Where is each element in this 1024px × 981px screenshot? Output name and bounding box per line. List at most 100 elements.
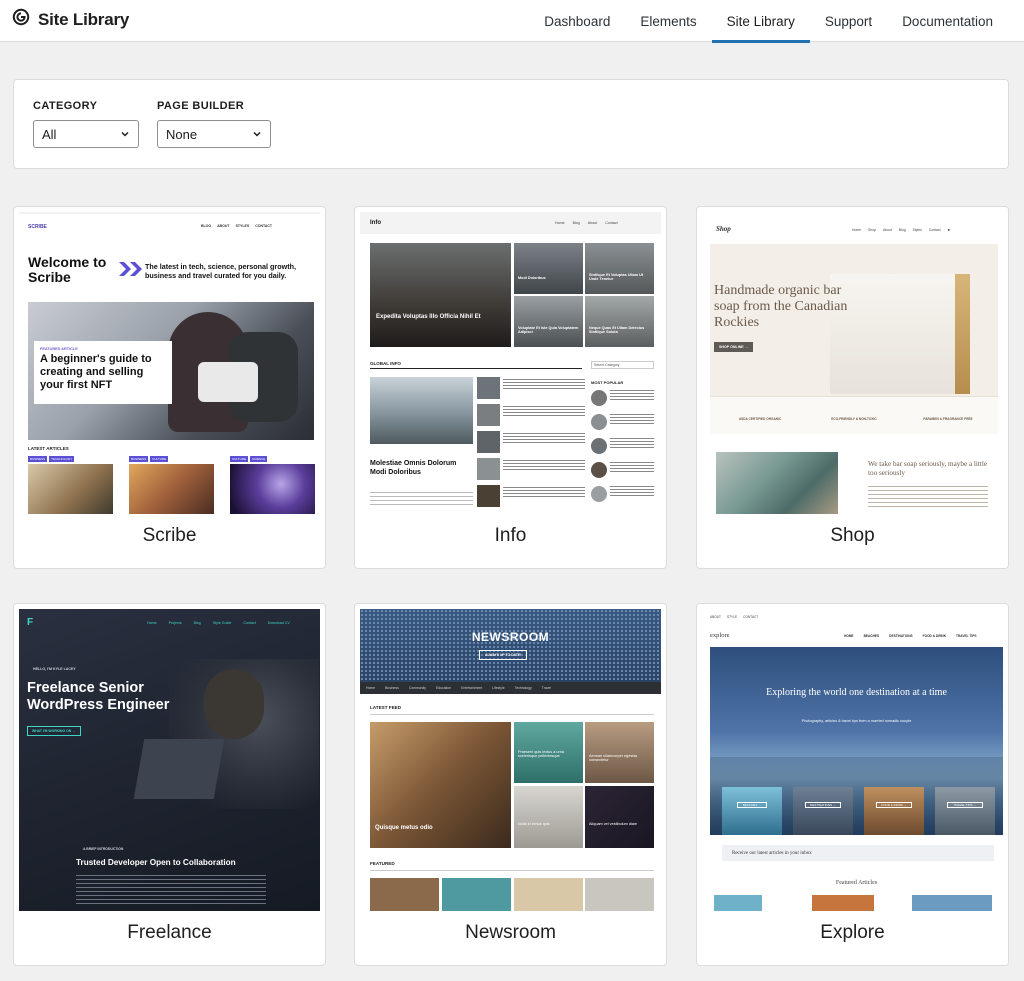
- brand: Site Library: [12, 8, 129, 31]
- scribe-article-image-2: [129, 464, 214, 514]
- site-card-scribe[interactable]: SCRIBE BLOG ABOUT STYLES CONTACT Welcome…: [13, 206, 326, 569]
- info-tile-title: Modi Doloribus: [518, 276, 546, 280]
- page-builder-label: PAGE BUILDER: [157, 100, 245, 112]
- site-preview-explore: ABOUT STYLE CONTACT explore HOME BEACHES…: [702, 609, 1003, 911]
- double-chevron-icon: [119, 262, 142, 276]
- chevron-down-icon: [252, 127, 262, 142]
- newsroom-menu-item: Travel: [541, 686, 552, 690]
- newsroom-tile-title: Nulla id lectus quis: [518, 822, 550, 826]
- shop-menu-item: Home: [852, 228, 862, 232]
- info-tile-1: Modi Doloribus: [514, 243, 583, 294]
- scribe-menu-item: BLOG: [201, 224, 212, 228]
- scribe-tagline: The latest in tech, science, personal gr…: [145, 262, 296, 280]
- freelance-intro-tag: A BRIEF INTRODUCTION: [83, 847, 124, 851]
- newsroom-featured-image: [442, 878, 511, 911]
- info-menu-item: About: [587, 221, 598, 225]
- nav-support[interactable]: Support: [810, 0, 887, 42]
- explore-headline: Exploring the world one destination at a…: [766, 687, 947, 698]
- site-name-freelance: Freelance: [127, 922, 212, 943]
- site-card-freelance[interactable]: F Home Projects Blog Style Guide Contact…: [13, 603, 326, 966]
- info-tile-title: Sintlique Et Voluptas Ullam Ut Unde Tene…: [589, 273, 644, 281]
- newsroom-tile-title: Praesent quis lectus a urna scelerisque …: [518, 750, 565, 758]
- site-preview-info: Info Home Blog About Contact Expedita Vo…: [360, 212, 661, 514]
- page-builder-select[interactable]: None: [157, 120, 271, 148]
- divider: [370, 714, 654, 715]
- site-name-explore: Explore: [820, 922, 885, 943]
- site-card-newsroom[interactable]: NEWSROOM ALWAYS UP TO DATE! Home Busines…: [354, 603, 667, 966]
- info-tile-title: Voluptate Et Iste Quia Voluptatem Adipis…: [518, 326, 579, 334]
- tag: BUSINESS: [28, 456, 48, 462]
- scribe-tags-1: BUSINESS TECHNOLOGY: [28, 456, 75, 462]
- newsroom-menu: Home Business Community Education Entert…: [360, 682, 661, 694]
- explore-menu-item: TRAVEL TIPS: [956, 634, 977, 638]
- scribe-article-image-1: [28, 464, 113, 514]
- site-card-shop[interactable]: Shop Home Shop About Blog Styles Contact…: [696, 206, 1009, 569]
- explore-menu-item: HOME: [844, 634, 854, 638]
- explore-top-link: STYLE: [726, 615, 738, 619]
- site-card-info[interactable]: Info Home Blog About Contact Expedita Vo…: [354, 206, 667, 569]
- newsroom-tile-3: Nulla id lectus quis: [514, 786, 583, 848]
- info-most-popular: MOST POPULAR: [591, 380, 624, 385]
- freelance-hello: HELLO, I'M KYLE LACEY: [33, 667, 76, 671]
- freelance-menu-item: Style Guide: [212, 621, 232, 625]
- site-card-explore[interactable]: ABOUT STYLE CONTACT explore HOME BEACHES…: [696, 603, 1009, 966]
- category-filter: CATEGORY All: [33, 100, 139, 148]
- category-value: All: [42, 126, 57, 142]
- freelance-body-text: [76, 875, 266, 905]
- nav-documentation[interactable]: Documentation: [887, 0, 1008, 42]
- info-hero-title: Expedita Voluptas Illo Officia Nihil Et: [376, 314, 481, 320]
- freelance-logo-icon: F: [27, 617, 34, 628]
- newsroom-main-image: Quisque metus odio: [370, 722, 511, 848]
- site-name-scribe: Scribe: [142, 525, 197, 546]
- newsroom-tile-2: Aenean ullamcorper egestas consectetur: [585, 722, 654, 783]
- nav-dashboard[interactable]: Dashboard: [529, 0, 625, 42]
- info-menu-item: Home: [555, 221, 565, 225]
- scribe-logo: SCRIBE: [28, 224, 47, 230]
- explore-featured-label: Featured Articles: [835, 880, 878, 886]
- explore-top-links: ABOUT STYLE CONTACT: [710, 615, 758, 619]
- nav-elements[interactable]: Elements: [625, 0, 711, 42]
- explore-menu: HOME BEACHES DESTINATIONS FOOD & DRINK T…: [844, 634, 976, 638]
- freelance-menu: Home Projects Blog Style Guide Contact D…: [147, 621, 290, 625]
- page-builder-filter: PAGE BUILDER None: [157, 100, 271, 148]
- freelance-intro-title: Trusted Developer Open to Collaboration: [76, 858, 236, 867]
- category-label: CATEGORY: [33, 100, 98, 112]
- chevron-down-icon: [120, 127, 130, 142]
- top-bar: Site Library Dashboard Elements Site Lib…: [0, 0, 1024, 43]
- explore-top-link: ABOUT: [710, 615, 721, 619]
- site-name-newsroom: Newsroom: [465, 922, 556, 943]
- info-article-image: [370, 377, 473, 444]
- scribe-menu-item: STYLES: [235, 224, 250, 228]
- explore-top-link: CONTACT: [743, 615, 759, 619]
- site-name-info: Info: [494, 525, 527, 546]
- shop-menu-item: About: [882, 228, 892, 232]
- tag: CULTURE: [230, 456, 248, 462]
- shop-headline: Handmade organic bar soap from the Canad…: [714, 283, 848, 330]
- nav-site-library[interactable]: Site Library: [711, 0, 811, 43]
- explore-menu-item: DESTINATIONS: [889, 634, 913, 638]
- shop-hero: [710, 244, 998, 434]
- shop-menu-item: Shop: [868, 228, 876, 232]
- scribe-tags-3: CULTURE SCIENCE: [230, 456, 268, 462]
- scribe-featured-title: A beginner's guide to creating and selli…: [40, 353, 152, 391]
- newsroom-featured-image: [370, 878, 439, 911]
- newsroom-menu-item: Technology: [514, 686, 532, 690]
- site-preview-newsroom: NEWSROOM ALWAYS UP TO DATE! Home Busines…: [360, 609, 661, 911]
- newsroom-featured-image: [514, 878, 583, 911]
- explore-featured-image: [912, 895, 992, 911]
- info-hero-image: Expedita Voluptas Illo Officia Nihil Et: [370, 243, 511, 347]
- scribe-menu: BLOG ABOUT STYLES CONTACT: [201, 224, 272, 228]
- explore-menu-item: FOOD & DRINK: [922, 634, 947, 638]
- info-popular-list: [591, 390, 654, 506]
- freelance-headline: Freelance Senior WordPress Engineer: [27, 680, 170, 713]
- info-menu: Home Blog About Contact: [555, 221, 618, 225]
- category-select[interactable]: All: [33, 120, 139, 148]
- site-name-shop: Shop: [830, 525, 875, 546]
- shop-feature: PARABEN & FRAGRANCE FREE: [923, 417, 973, 421]
- shop-menu-item: Styles: [912, 228, 922, 232]
- info-tile-3: Voluptate Et Iste Quia Voluptatem Adipis…: [514, 296, 583, 347]
- newsroom-main-title: Quisque metus odio: [375, 825, 433, 831]
- explore-tile-button: FOOD & DRINK →: [876, 802, 912, 808]
- info-menu-item: Blog: [572, 221, 580, 225]
- tag: CULTURE: [150, 456, 169, 462]
